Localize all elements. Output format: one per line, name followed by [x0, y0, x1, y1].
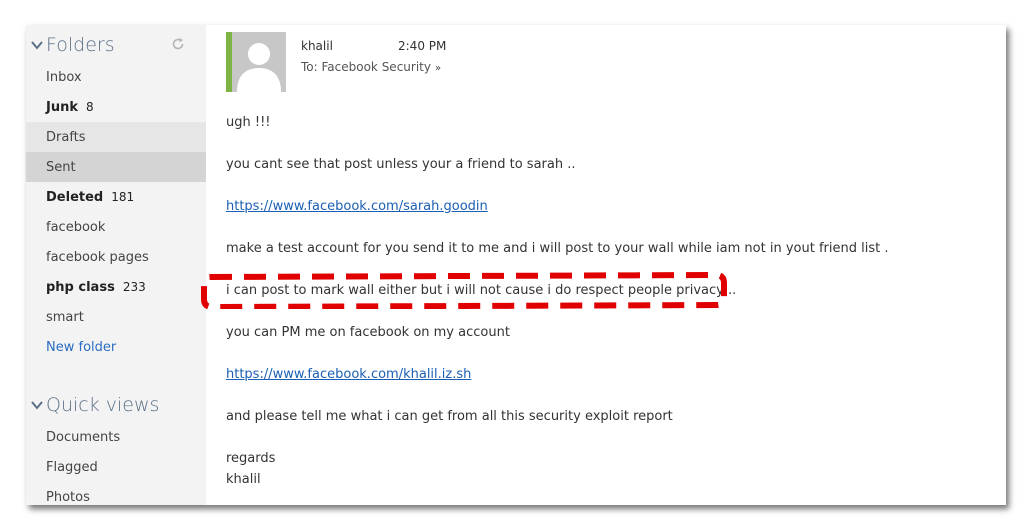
quick-view-flagged[interactable]: Flagged	[26, 452, 206, 482]
new-folder-link[interactable]: New folder	[26, 332, 206, 362]
avatar	[226, 32, 286, 92]
message-line: khalil	[226, 472, 261, 487]
folder-label: Sent	[46, 159, 76, 175]
folder-label: facebook	[46, 219, 106, 235]
mail-window: Folders Inbox Junk 8 Drafts Sent Deleted…	[26, 25, 1006, 505]
folder-label: Drafts	[46, 129, 86, 145]
chevron-down-icon	[31, 401, 43, 410]
folder-smart[interactable]: smart	[26, 302, 206, 332]
person-icon	[237, 43, 281, 92]
folder-label: php class	[46, 279, 115, 295]
message-line: you can PM me on facebook on my account	[226, 325, 510, 340]
message-link[interactable]: https://www.facebook.com/khalil.iz.sh	[226, 367, 471, 382]
folder-label: Inbox	[46, 69, 82, 85]
unread-count: 233	[122, 280, 146, 294]
folders-header[interactable]: Folders	[30, 30, 115, 60]
message-time: 2:40 PM	[398, 39, 447, 53]
folder-label: Junk	[46, 99, 78, 115]
message-line: and please tell me what i can get from a…	[226, 409, 673, 424]
quick-views-header-label: Quick views	[46, 394, 160, 416]
folder-sent[interactable]: Sent	[26, 152, 206, 182]
expand-recipients-icon[interactable]: »	[435, 63, 441, 74]
message-line: make a test account for you send it to m…	[226, 241, 889, 256]
new-folder-label: New folder	[46, 339, 117, 355]
folders-header-label: Folders	[46, 34, 115, 56]
message-pane: khalil 2:40 PM To: Facebook Security » ug…	[201, 25, 1006, 505]
highlight-annotation	[201, 271, 727, 309]
quick-view-label: Photos	[46, 489, 90, 505]
quick-view-label: Flagged	[46, 459, 98, 475]
folder-deleted[interactable]: Deleted 181	[26, 182, 206, 212]
recipient-text: To: Facebook Security	[301, 60, 431, 74]
folder-facebook[interactable]: facebook	[26, 212, 206, 242]
message-line: you cant see that post unless your a fri…	[226, 157, 576, 172]
quick-view-photos[interactable]: Photos	[26, 482, 206, 505]
message-link[interactable]: https://www.facebook.com/sarah.goodin	[226, 199, 488, 214]
sidebar: Folders Inbox Junk 8 Drafts Sent Deleted…	[26, 25, 206, 505]
quick-views-header[interactable]: Quick views	[30, 390, 159, 420]
chevron-down-icon	[31, 41, 43, 50]
message-line: regards	[226, 451, 276, 466]
folder-drafts[interactable]: Drafts	[26, 122, 206, 152]
quick-view-documents[interactable]: Documents	[26, 422, 206, 452]
folder-junk[interactable]: Junk 8	[26, 92, 206, 122]
folder-label: facebook pages	[46, 249, 149, 265]
recipient-line[interactable]: To: Facebook Security »	[301, 60, 441, 74]
folder-inbox[interactable]: Inbox	[26, 62, 206, 92]
unread-count: 181	[111, 190, 135, 204]
folder-label: smart	[46, 309, 84, 325]
folder-facebook-pages[interactable]: facebook pages	[26, 242, 206, 272]
folder-php-class[interactable]: php class 233	[26, 272, 206, 302]
message-line: ugh !!!	[226, 115, 271, 130]
quick-view-label: Documents	[46, 429, 121, 445]
folder-label: Deleted	[46, 189, 104, 205]
refresh-icon[interactable]	[171, 37, 185, 51]
sender-name[interactable]: khalil	[301, 39, 333, 53]
unread-count: 8	[86, 100, 94, 114]
